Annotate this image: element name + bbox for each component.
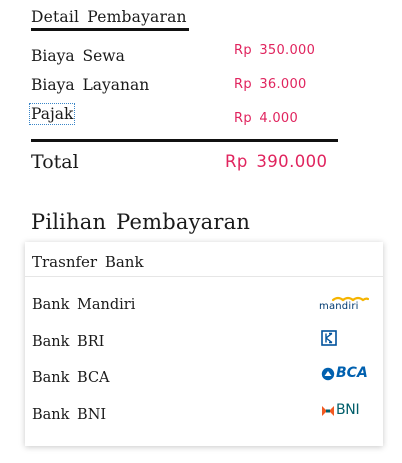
detail-title: Detail Pembayaran (31, 8, 187, 26)
total-divider (31, 139, 338, 142)
total-amount: Rp 390.000 (225, 152, 328, 171)
bri-logo-icon (321, 330, 337, 346)
pajak-label[interactable]: Pajak (28, 103, 76, 125)
biaya-layanan-label: Biaya Layanan (31, 76, 150, 94)
bank-name-bni: Bank BNI (32, 407, 107, 423)
bank-transfer-header: Trasnfer Bank (25, 242, 383, 277)
bank-name-bri: Bank BRI (32, 334, 105, 350)
bni-logo-icon: BNI (321, 402, 369, 420)
pajak-amount: Rp 4.000 (234, 111, 299, 126)
bank-option-bni[interactable]: Bank BNI BNI (25, 401, 383, 431)
bca-logo-text: BCA (336, 365, 368, 381)
total-label: Total (31, 151, 79, 173)
title-underline (31, 28, 189, 31)
biaya-layanan-amount: Rp 36.000 (234, 77, 307, 92)
bank-name-bca: Bank BCA (32, 370, 110, 386)
bank-transfer-header-label: Trasnfer Bank (32, 253, 144, 271)
payment-options-title: Pilihan Pembayaran (31, 210, 251, 234)
bank-option-bri[interactable]: Bank BRI (25, 328, 383, 358)
biaya-sewa-label: Biaya Sewa (31, 47, 125, 65)
bank-option-mandiri[interactable]: Bank Mandiri mandiri (25, 291, 383, 321)
bni-logo-text: BNI (336, 402, 360, 418)
bank-option-bca[interactable]: Bank BCA BCA (25, 364, 383, 394)
mandiri-logo-icon: mandiri (319, 293, 369, 315)
mandiri-logo-text: mandiri (319, 301, 359, 312)
bank-name-mandiri: Bank Mandiri (32, 297, 136, 313)
payment-card: Trasnfer Bank Bank Mandiri mandiri Bank … (25, 242, 383, 446)
biaya-sewa-amount: Rp 350.000 (234, 43, 316, 58)
bca-logo-icon: BCA (321, 365, 369, 383)
